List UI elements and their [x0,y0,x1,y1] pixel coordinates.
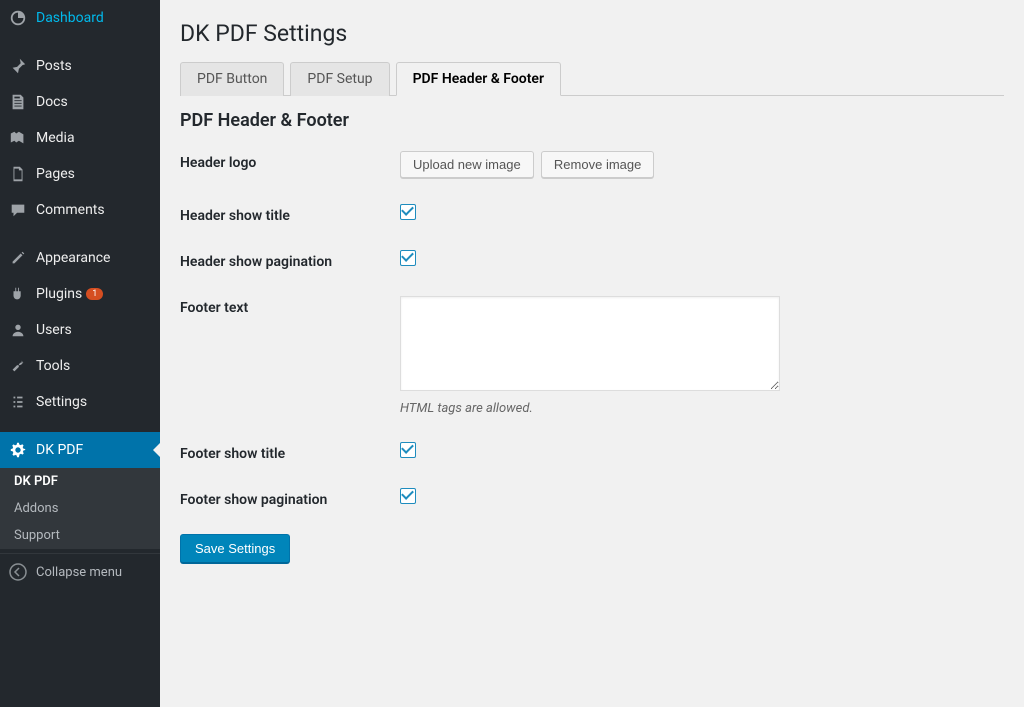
sidebar-item-dkpdf[interactable]: DK PDF [0,432,160,468]
sidebar-item-tools[interactable]: Tools [0,348,160,384]
menu-separator [0,420,160,432]
sidebar-item-docs[interactable]: Docs [0,84,160,120]
sidebar-item-label: Tools [36,358,70,374]
update-badge: 1 [86,288,103,300]
field-label: Footer show title [180,442,400,462]
settings-icon [8,392,28,412]
appearance-icon [8,248,28,268]
sidebar-item-pages[interactable]: Pages [0,156,160,192]
upload-image-button[interactable]: Upload new image [400,151,534,178]
section-title: PDF Header & Footer [180,110,1004,131]
field-label: Header show pagination [180,250,400,270]
field-description: HTML tags are allowed. [400,401,1004,416]
sidebar-item-label: Media [36,130,75,146]
sidebar-submenu: DK PDF Addons Support [0,468,160,549]
sidebar-item-label: Dashboard [36,10,104,26]
field-label: Header logo [180,151,400,171]
field-row-header-show-pagination: Header show pagination [180,250,1004,270]
main-content: DK PDF Settings PDF Button PDF Setup PDF… [160,0,1024,707]
admin-sidebar: Dashboard Posts Docs Media Pages Comment… [0,0,160,707]
sidebar-item-label: Appearance [36,250,110,266]
footer-text-textarea[interactable] [400,296,780,391]
collapse-icon [8,562,28,582]
field-control [400,204,1004,224]
submenu-item-addons[interactable]: Addons [0,495,160,522]
field-control: HTML tags are allowed. [400,296,1004,416]
sidebar-item-label: Posts [36,58,72,74]
sidebar-item-appearance[interactable]: Appearance [0,240,160,276]
field-row-footer-show-pagination: Footer show pagination [180,488,1004,508]
collapse-menu-button[interactable]: Collapse menu [0,553,160,590]
collapse-label: Collapse menu [36,565,122,580]
tab-pdf-button[interactable]: PDF Button [180,62,284,96]
field-control [400,250,1004,270]
field-label: Header show title [180,204,400,224]
page-title: DK PDF Settings [180,20,1004,47]
submit-row: Save Settings [180,534,1004,563]
field-row-footer-show-title: Footer show title [180,442,1004,462]
submenu-item-dkpdf[interactable]: DK PDF [0,468,160,495]
dashboard-icon [8,8,28,28]
user-icon [8,320,28,340]
header-show-pagination-checkbox[interactable] [400,250,416,266]
save-settings-button[interactable]: Save Settings [180,534,290,563]
tab-pdf-header-footer[interactable]: PDF Header & Footer [396,62,561,96]
tools-icon [8,356,28,376]
sidebar-item-media[interactable]: Media [0,120,160,156]
sidebar-item-users[interactable]: Users [0,312,160,348]
field-label: Footer show pagination [180,488,400,508]
comment-icon [8,200,28,220]
field-control [400,442,1004,462]
sidebar-item-posts[interactable]: Posts [0,48,160,84]
gear-icon [8,440,28,460]
sidebar-item-label: Pages [36,166,75,182]
plugin-icon [8,284,28,304]
pin-icon [8,56,28,76]
sidebar-item-comments[interactable]: Comments [0,192,160,228]
remove-image-button[interactable]: Remove image [541,151,654,178]
field-row-header-show-title: Header show title [180,204,1004,224]
sidebar-item-label: Settings [36,394,87,410]
docs-icon [8,92,28,112]
footer-show-pagination-checkbox[interactable] [400,488,416,504]
header-show-title-checkbox[interactable] [400,204,416,220]
sidebar-item-label: Plugins [36,286,82,302]
sidebar-item-label: Comments [36,202,105,218]
footer-show-title-checkbox[interactable] [400,442,416,458]
sidebar-item-label: DK PDF [36,442,83,458]
menu-separator [0,228,160,240]
settings-form: Header logo Upload new image Remove imag… [180,151,1004,563]
media-icon [8,128,28,148]
field-row-header-logo: Header logo Upload new image Remove imag… [180,151,1004,178]
menu-separator [0,36,160,48]
sidebar-item-dashboard[interactable]: Dashboard [0,0,160,36]
field-control [400,488,1004,508]
sidebar-item-label: Users [36,322,72,338]
sidebar-item-plugins[interactable]: Plugins 1 [0,276,160,312]
tab-nav: PDF Button PDF Setup PDF Header & Footer [180,62,1004,96]
sidebar-item-settings[interactable]: Settings [0,384,160,420]
sidebar-item-label: Docs [36,94,68,110]
field-control: Upload new image Remove image [400,151,1004,178]
field-row-footer-text: Footer text HTML tags are allowed. [180,296,1004,416]
page-icon [8,164,28,184]
field-label: Footer text [180,296,400,316]
tab-pdf-setup[interactable]: PDF Setup [290,62,389,96]
submenu-item-support[interactable]: Support [0,522,160,549]
